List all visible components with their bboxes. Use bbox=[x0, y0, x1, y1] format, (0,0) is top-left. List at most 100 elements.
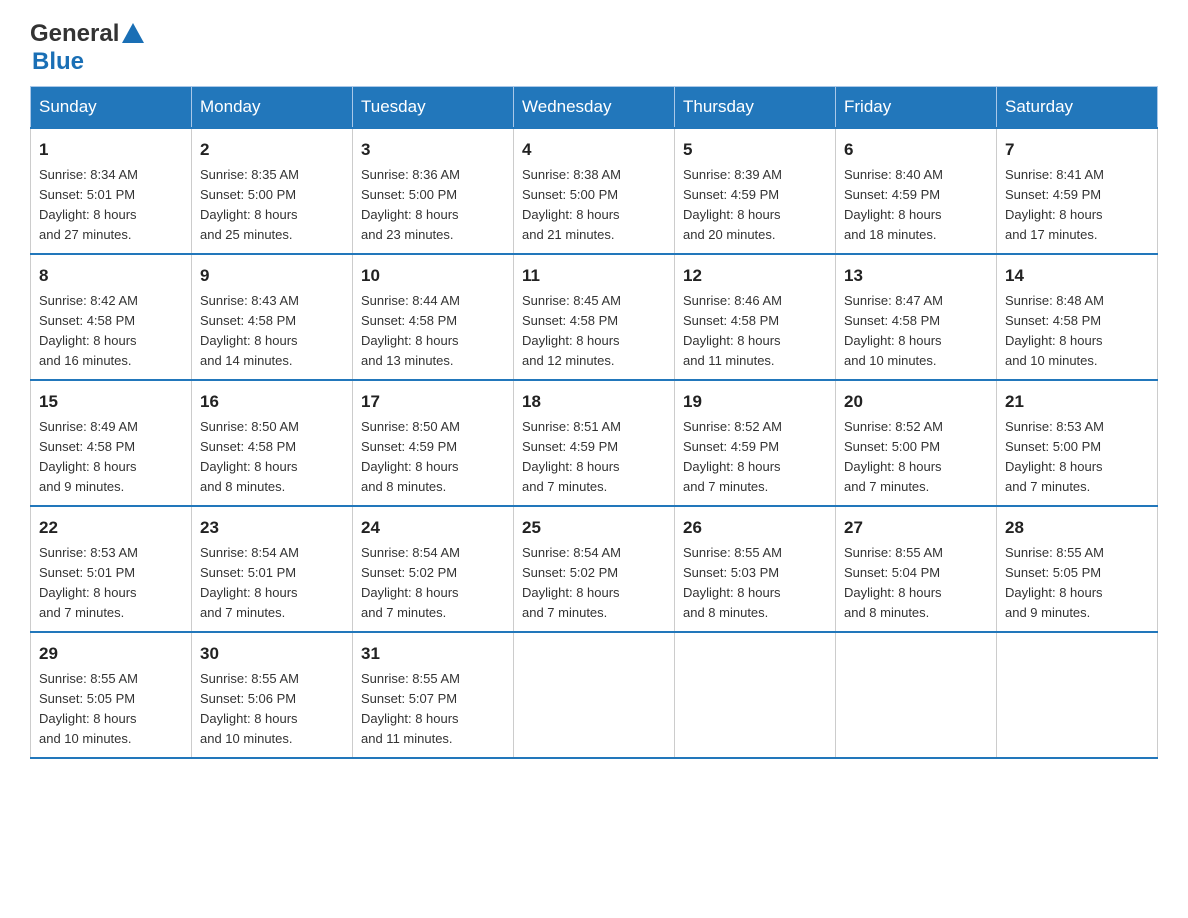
day-number: 20 bbox=[844, 389, 988, 415]
calendar-week-row: 29Sunrise: 8:55 AMSunset: 5:05 PMDayligh… bbox=[31, 632, 1158, 758]
calendar-day-cell: 31Sunrise: 8:55 AMSunset: 5:07 PMDayligh… bbox=[353, 632, 514, 758]
day-info: Sunrise: 8:52 AMSunset: 5:00 PMDaylight:… bbox=[844, 417, 988, 498]
day-info: Sunrise: 8:41 AMSunset: 4:59 PMDaylight:… bbox=[1005, 165, 1149, 246]
day-number: 13 bbox=[844, 263, 988, 289]
weekday-header-thursday: Thursday bbox=[675, 87, 836, 129]
weekday-header-wednesday: Wednesday bbox=[514, 87, 675, 129]
day-info: Sunrise: 8:55 AMSunset: 5:05 PMDaylight:… bbox=[1005, 543, 1149, 624]
calendar-day-cell: 8Sunrise: 8:42 AMSunset: 4:58 PMDaylight… bbox=[31, 254, 192, 380]
calendar-day-cell: 1Sunrise: 8:34 AMSunset: 5:01 PMDaylight… bbox=[31, 128, 192, 254]
calendar-day-cell: 13Sunrise: 8:47 AMSunset: 4:58 PMDayligh… bbox=[836, 254, 997, 380]
logo-line2: Blue bbox=[30, 48, 84, 76]
day-number: 4 bbox=[522, 137, 666, 163]
day-info: Sunrise: 8:54 AMSunset: 5:01 PMDaylight:… bbox=[200, 543, 344, 624]
day-info: Sunrise: 8:44 AMSunset: 4:58 PMDaylight:… bbox=[361, 291, 505, 372]
day-number: 9 bbox=[200, 263, 344, 289]
calendar-day-cell: 15Sunrise: 8:49 AMSunset: 4:58 PMDayligh… bbox=[31, 380, 192, 506]
day-number: 19 bbox=[683, 389, 827, 415]
day-number: 14 bbox=[1005, 263, 1149, 289]
day-number: 17 bbox=[361, 389, 505, 415]
day-number: 16 bbox=[200, 389, 344, 415]
calendar-day-cell: 9Sunrise: 8:43 AMSunset: 4:58 PMDaylight… bbox=[192, 254, 353, 380]
weekday-header-saturday: Saturday bbox=[997, 87, 1158, 129]
logo-icon bbox=[122, 21, 144, 48]
calendar-day-cell: 16Sunrise: 8:50 AMSunset: 4:58 PMDayligh… bbox=[192, 380, 353, 506]
calendar-day-cell: 20Sunrise: 8:52 AMSunset: 5:00 PMDayligh… bbox=[836, 380, 997, 506]
day-info: Sunrise: 8:50 AMSunset: 4:59 PMDaylight:… bbox=[361, 417, 505, 498]
day-info: Sunrise: 8:45 AMSunset: 4:58 PMDaylight:… bbox=[522, 291, 666, 372]
calendar-day-cell: 29Sunrise: 8:55 AMSunset: 5:05 PMDayligh… bbox=[31, 632, 192, 758]
day-info: Sunrise: 8:48 AMSunset: 4:58 PMDaylight:… bbox=[1005, 291, 1149, 372]
logo-svg bbox=[122, 21, 144, 43]
day-info: Sunrise: 8:40 AMSunset: 4:59 PMDaylight:… bbox=[844, 165, 988, 246]
weekday-header-friday: Friday bbox=[836, 87, 997, 129]
calendar-day-cell bbox=[675, 632, 836, 758]
page-header: General Blue bbox=[30, 20, 1158, 76]
calendar-day-cell: 18Sunrise: 8:51 AMSunset: 4:59 PMDayligh… bbox=[514, 380, 675, 506]
weekday-header-tuesday: Tuesday bbox=[353, 87, 514, 129]
day-number: 1 bbox=[39, 137, 183, 163]
day-info: Sunrise: 8:55 AMSunset: 5:03 PMDaylight:… bbox=[683, 543, 827, 624]
day-number: 8 bbox=[39, 263, 183, 289]
calendar-day-cell: 12Sunrise: 8:46 AMSunset: 4:58 PMDayligh… bbox=[675, 254, 836, 380]
calendar-day-cell bbox=[997, 632, 1158, 758]
day-number: 30 bbox=[200, 641, 344, 667]
calendar-week-row: 1Sunrise: 8:34 AMSunset: 5:01 PMDaylight… bbox=[31, 128, 1158, 254]
day-number: 6 bbox=[844, 137, 988, 163]
calendar-day-cell: 14Sunrise: 8:48 AMSunset: 4:58 PMDayligh… bbox=[997, 254, 1158, 380]
calendar-day-cell: 2Sunrise: 8:35 AMSunset: 5:00 PMDaylight… bbox=[192, 128, 353, 254]
day-info: Sunrise: 8:55 AMSunset: 5:06 PMDaylight:… bbox=[200, 669, 344, 750]
day-number: 15 bbox=[39, 389, 183, 415]
weekday-header-sunday: Sunday bbox=[31, 87, 192, 129]
logo-general: General bbox=[30, 20, 119, 48]
calendar-day-cell: 19Sunrise: 8:52 AMSunset: 4:59 PMDayligh… bbox=[675, 380, 836, 506]
day-number: 22 bbox=[39, 515, 183, 541]
day-number: 11 bbox=[522, 263, 666, 289]
day-number: 5 bbox=[683, 137, 827, 163]
logo-line1: General bbox=[30, 20, 144, 48]
day-info: Sunrise: 8:50 AMSunset: 4:58 PMDaylight:… bbox=[200, 417, 344, 498]
calendar-day-cell: 24Sunrise: 8:54 AMSunset: 5:02 PMDayligh… bbox=[353, 506, 514, 632]
calendar-day-cell: 22Sunrise: 8:53 AMSunset: 5:01 PMDayligh… bbox=[31, 506, 192, 632]
calendar-day-cell: 5Sunrise: 8:39 AMSunset: 4:59 PMDaylight… bbox=[675, 128, 836, 254]
calendar-day-cell: 28Sunrise: 8:55 AMSunset: 5:05 PMDayligh… bbox=[997, 506, 1158, 632]
calendar-table: SundayMondayTuesdayWednesdayThursdayFrid… bbox=[30, 86, 1158, 759]
day-number: 12 bbox=[683, 263, 827, 289]
day-info: Sunrise: 8:54 AMSunset: 5:02 PMDaylight:… bbox=[522, 543, 666, 624]
day-number: 23 bbox=[200, 515, 344, 541]
calendar-day-cell: 3Sunrise: 8:36 AMSunset: 5:00 PMDaylight… bbox=[353, 128, 514, 254]
calendar-week-row: 15Sunrise: 8:49 AMSunset: 4:58 PMDayligh… bbox=[31, 380, 1158, 506]
calendar-day-cell: 17Sunrise: 8:50 AMSunset: 4:59 PMDayligh… bbox=[353, 380, 514, 506]
calendar-day-cell bbox=[514, 632, 675, 758]
day-info: Sunrise: 8:35 AMSunset: 5:00 PMDaylight:… bbox=[200, 165, 344, 246]
day-number: 2 bbox=[200, 137, 344, 163]
day-info: Sunrise: 8:34 AMSunset: 5:01 PMDaylight:… bbox=[39, 165, 183, 246]
calendar-week-row: 8Sunrise: 8:42 AMSunset: 4:58 PMDaylight… bbox=[31, 254, 1158, 380]
logo: General Blue bbox=[30, 20, 144, 76]
weekday-header-row: SundayMondayTuesdayWednesdayThursdayFrid… bbox=[31, 87, 1158, 129]
day-info: Sunrise: 8:47 AMSunset: 4:58 PMDaylight:… bbox=[844, 291, 988, 372]
day-info: Sunrise: 8:51 AMSunset: 4:59 PMDaylight:… bbox=[522, 417, 666, 498]
day-number: 24 bbox=[361, 515, 505, 541]
day-info: Sunrise: 8:43 AMSunset: 4:58 PMDaylight:… bbox=[200, 291, 344, 372]
calendar-day-cell: 6Sunrise: 8:40 AMSunset: 4:59 PMDaylight… bbox=[836, 128, 997, 254]
day-number: 21 bbox=[1005, 389, 1149, 415]
calendar-day-cell: 27Sunrise: 8:55 AMSunset: 5:04 PMDayligh… bbox=[836, 506, 997, 632]
weekday-header-monday: Monday bbox=[192, 87, 353, 129]
day-info: Sunrise: 8:49 AMSunset: 4:58 PMDaylight:… bbox=[39, 417, 183, 498]
calendar-day-cell: 25Sunrise: 8:54 AMSunset: 5:02 PMDayligh… bbox=[514, 506, 675, 632]
calendar-day-cell: 30Sunrise: 8:55 AMSunset: 5:06 PMDayligh… bbox=[192, 632, 353, 758]
day-info: Sunrise: 8:53 AMSunset: 5:00 PMDaylight:… bbox=[1005, 417, 1149, 498]
day-number: 31 bbox=[361, 641, 505, 667]
day-info: Sunrise: 8:39 AMSunset: 4:59 PMDaylight:… bbox=[683, 165, 827, 246]
day-number: 26 bbox=[683, 515, 827, 541]
day-number: 27 bbox=[844, 515, 988, 541]
calendar-day-cell: 7Sunrise: 8:41 AMSunset: 4:59 PMDaylight… bbox=[997, 128, 1158, 254]
calendar-day-cell: 23Sunrise: 8:54 AMSunset: 5:01 PMDayligh… bbox=[192, 506, 353, 632]
day-info: Sunrise: 8:55 AMSunset: 5:07 PMDaylight:… bbox=[361, 669, 505, 750]
day-number: 3 bbox=[361, 137, 505, 163]
day-info: Sunrise: 8:54 AMSunset: 5:02 PMDaylight:… bbox=[361, 543, 505, 624]
calendar-day-cell: 11Sunrise: 8:45 AMSunset: 4:58 PMDayligh… bbox=[514, 254, 675, 380]
day-info: Sunrise: 8:36 AMSunset: 5:00 PMDaylight:… bbox=[361, 165, 505, 246]
day-info: Sunrise: 8:53 AMSunset: 5:01 PMDaylight:… bbox=[39, 543, 183, 624]
